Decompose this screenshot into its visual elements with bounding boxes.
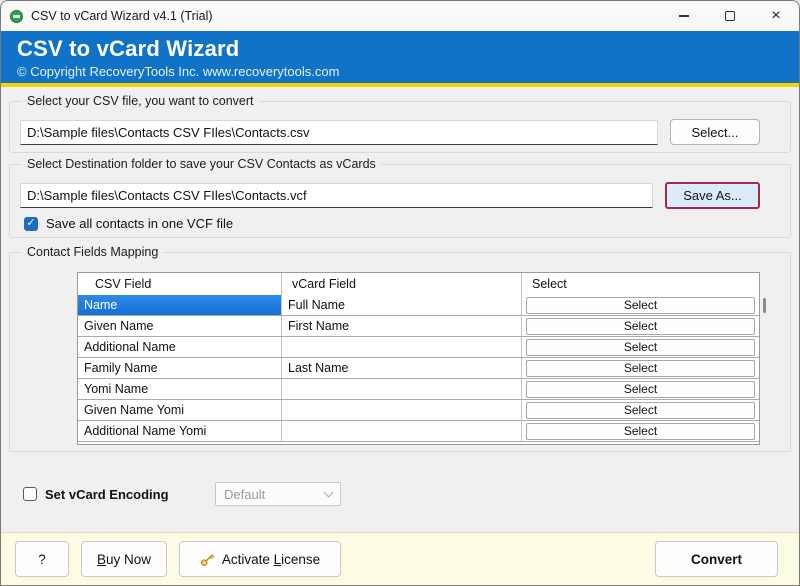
vcard-field-cell[interactable] — [282, 400, 522, 420]
vcard-field-cell[interactable]: Last Name — [282, 358, 522, 378]
row-select-button[interactable]: Select — [526, 360, 755, 377]
minimize-button[interactable] — [661, 1, 707, 31]
vcard-field-cell[interactable]: Full Name — [282, 295, 522, 315]
set-encoding-checkbox[interactable] — [23, 487, 37, 501]
close-button[interactable]: × — [753, 1, 799, 31]
key-icon — [200, 552, 215, 567]
table-row[interactable]: Given Name Yomi Select — [78, 400, 759, 421]
app-header-title: CSV to vCard Wizard — [17, 36, 799, 62]
csv-field-cell[interactable]: Additional Name — [78, 337, 282, 357]
destination-groupbox: Select Destination folder to save your C… — [9, 164, 791, 238]
column-header-csv-field[interactable]: CSV Field — [78, 273, 282, 295]
row-select-button[interactable]: Select — [526, 381, 755, 398]
window-title: CSV to vCard Wizard v4.1 (Trial) — [31, 9, 661, 23]
table-row[interactable]: Name Full Name Select — [78, 295, 759, 316]
csv-field-cell[interactable]: Given Name — [78, 316, 282, 336]
table-row[interactable]: Additional Name Select — [78, 337, 759, 358]
csv-field-cell[interactable]: Name — [78, 295, 282, 315]
table-row[interactable]: Additional Name Yomi Select — [78, 421, 759, 442]
table-row[interactable]: Family Name Last Name Select — [78, 358, 759, 379]
row-select-button[interactable]: Select — [526, 402, 755, 419]
mapping-group-label: Contact Fields Mapping — [22, 245, 163, 259]
table-header-row: CSV Field vCard Field Select — [78, 273, 759, 295]
maximize-button[interactable] — [707, 1, 753, 31]
vcard-field-cell[interactable] — [282, 379, 522, 399]
app-icon — [10, 10, 23, 23]
csv-file-path-input[interactable] — [20, 120, 658, 145]
help-button[interactable]: ? — [15, 541, 69, 577]
source-file-group-label: Select your CSV file, you want to conver… — [22, 94, 259, 108]
column-header-select[interactable]: Select — [522, 273, 759, 295]
table-row[interactable]: Yomi Name Select — [78, 379, 759, 400]
activate-license-button[interactable]: Activate License — [179, 541, 341, 577]
csv-field-cell[interactable]: Family Name — [78, 358, 282, 378]
vcard-field-cell[interactable]: First Name — [282, 316, 522, 336]
chevron-down-icon — [324, 487, 334, 497]
set-encoding-label: Set vCard Encoding — [45, 487, 180, 502]
buy-now-button[interactable]: Buy Now — [81, 541, 167, 577]
row-select-button[interactable]: Select — [526, 318, 755, 335]
mapping-groupbox: Contact Fields Mapping CSV Field vCard F… — [9, 252, 791, 452]
app-window: CSV to vCard Wizard v4.1 (Trial) × CSV t… — [0, 0, 800, 586]
csv-field-cell[interactable]: Yomi Name — [78, 379, 282, 399]
app-header-copyright: © Copyright RecoveryTools Inc. www.recov… — [17, 64, 799, 79]
encoding-row: Set vCard Encoding Default — [9, 452, 791, 506]
convert-button[interactable]: Convert — [655, 541, 778, 577]
close-icon: × — [771, 8, 780, 24]
select-csv-file-button[interactable]: Select... — [670, 119, 760, 145]
source-file-groupbox: Select your CSV file, you want to conver… — [9, 101, 791, 153]
vcard-field-cell[interactable] — [282, 421, 522, 441]
table-row[interactable]: Given Name First Name Select — [78, 316, 759, 337]
save-as-button[interactable]: Save As... — [665, 182, 760, 209]
title-bar: CSV to vCard Wizard v4.1 (Trial) × — [1, 1, 799, 31]
encoding-dropdown[interactable]: Default — [215, 482, 341, 506]
app-header: CSV to vCard Wizard © Copyright Recovery… — [1, 31, 799, 83]
checkmark-icon: ✓ — [26, 218, 35, 229]
vcard-field-cell[interactable] — [282, 337, 522, 357]
column-header-vcard-field[interactable]: vCard Field — [282, 273, 522, 295]
destination-path-input[interactable] — [20, 183, 653, 208]
mapping-table: CSV Field vCard Field Select Name Full N… — [77, 272, 760, 445]
row-select-button[interactable]: Select — [526, 339, 755, 356]
row-select-button[interactable]: Select — [526, 423, 755, 440]
save-one-vcf-checkbox[interactable]: ✓ — [24, 217, 38, 231]
table-scrollbar-thumb[interactable] — [763, 298, 766, 313]
csv-field-cell[interactable]: Additional Name Yomi — [78, 421, 282, 441]
minimize-icon — [679, 15, 689, 17]
destination-group-label: Select Destination folder to save your C… — [22, 157, 381, 171]
row-select-button[interactable]: Select — [526, 297, 755, 314]
maximize-icon — [725, 11, 735, 21]
footer-bar: ? Buy Now Activate License Convert — [1, 532, 799, 585]
encoding-dropdown-value: Default — [224, 487, 325, 502]
main-content: Select your CSV file, you want to conver… — [1, 87, 799, 532]
save-one-vcf-label: Save all contacts in one VCF file — [46, 216, 233, 231]
csv-field-cell[interactable]: Given Name Yomi — [78, 400, 282, 420]
